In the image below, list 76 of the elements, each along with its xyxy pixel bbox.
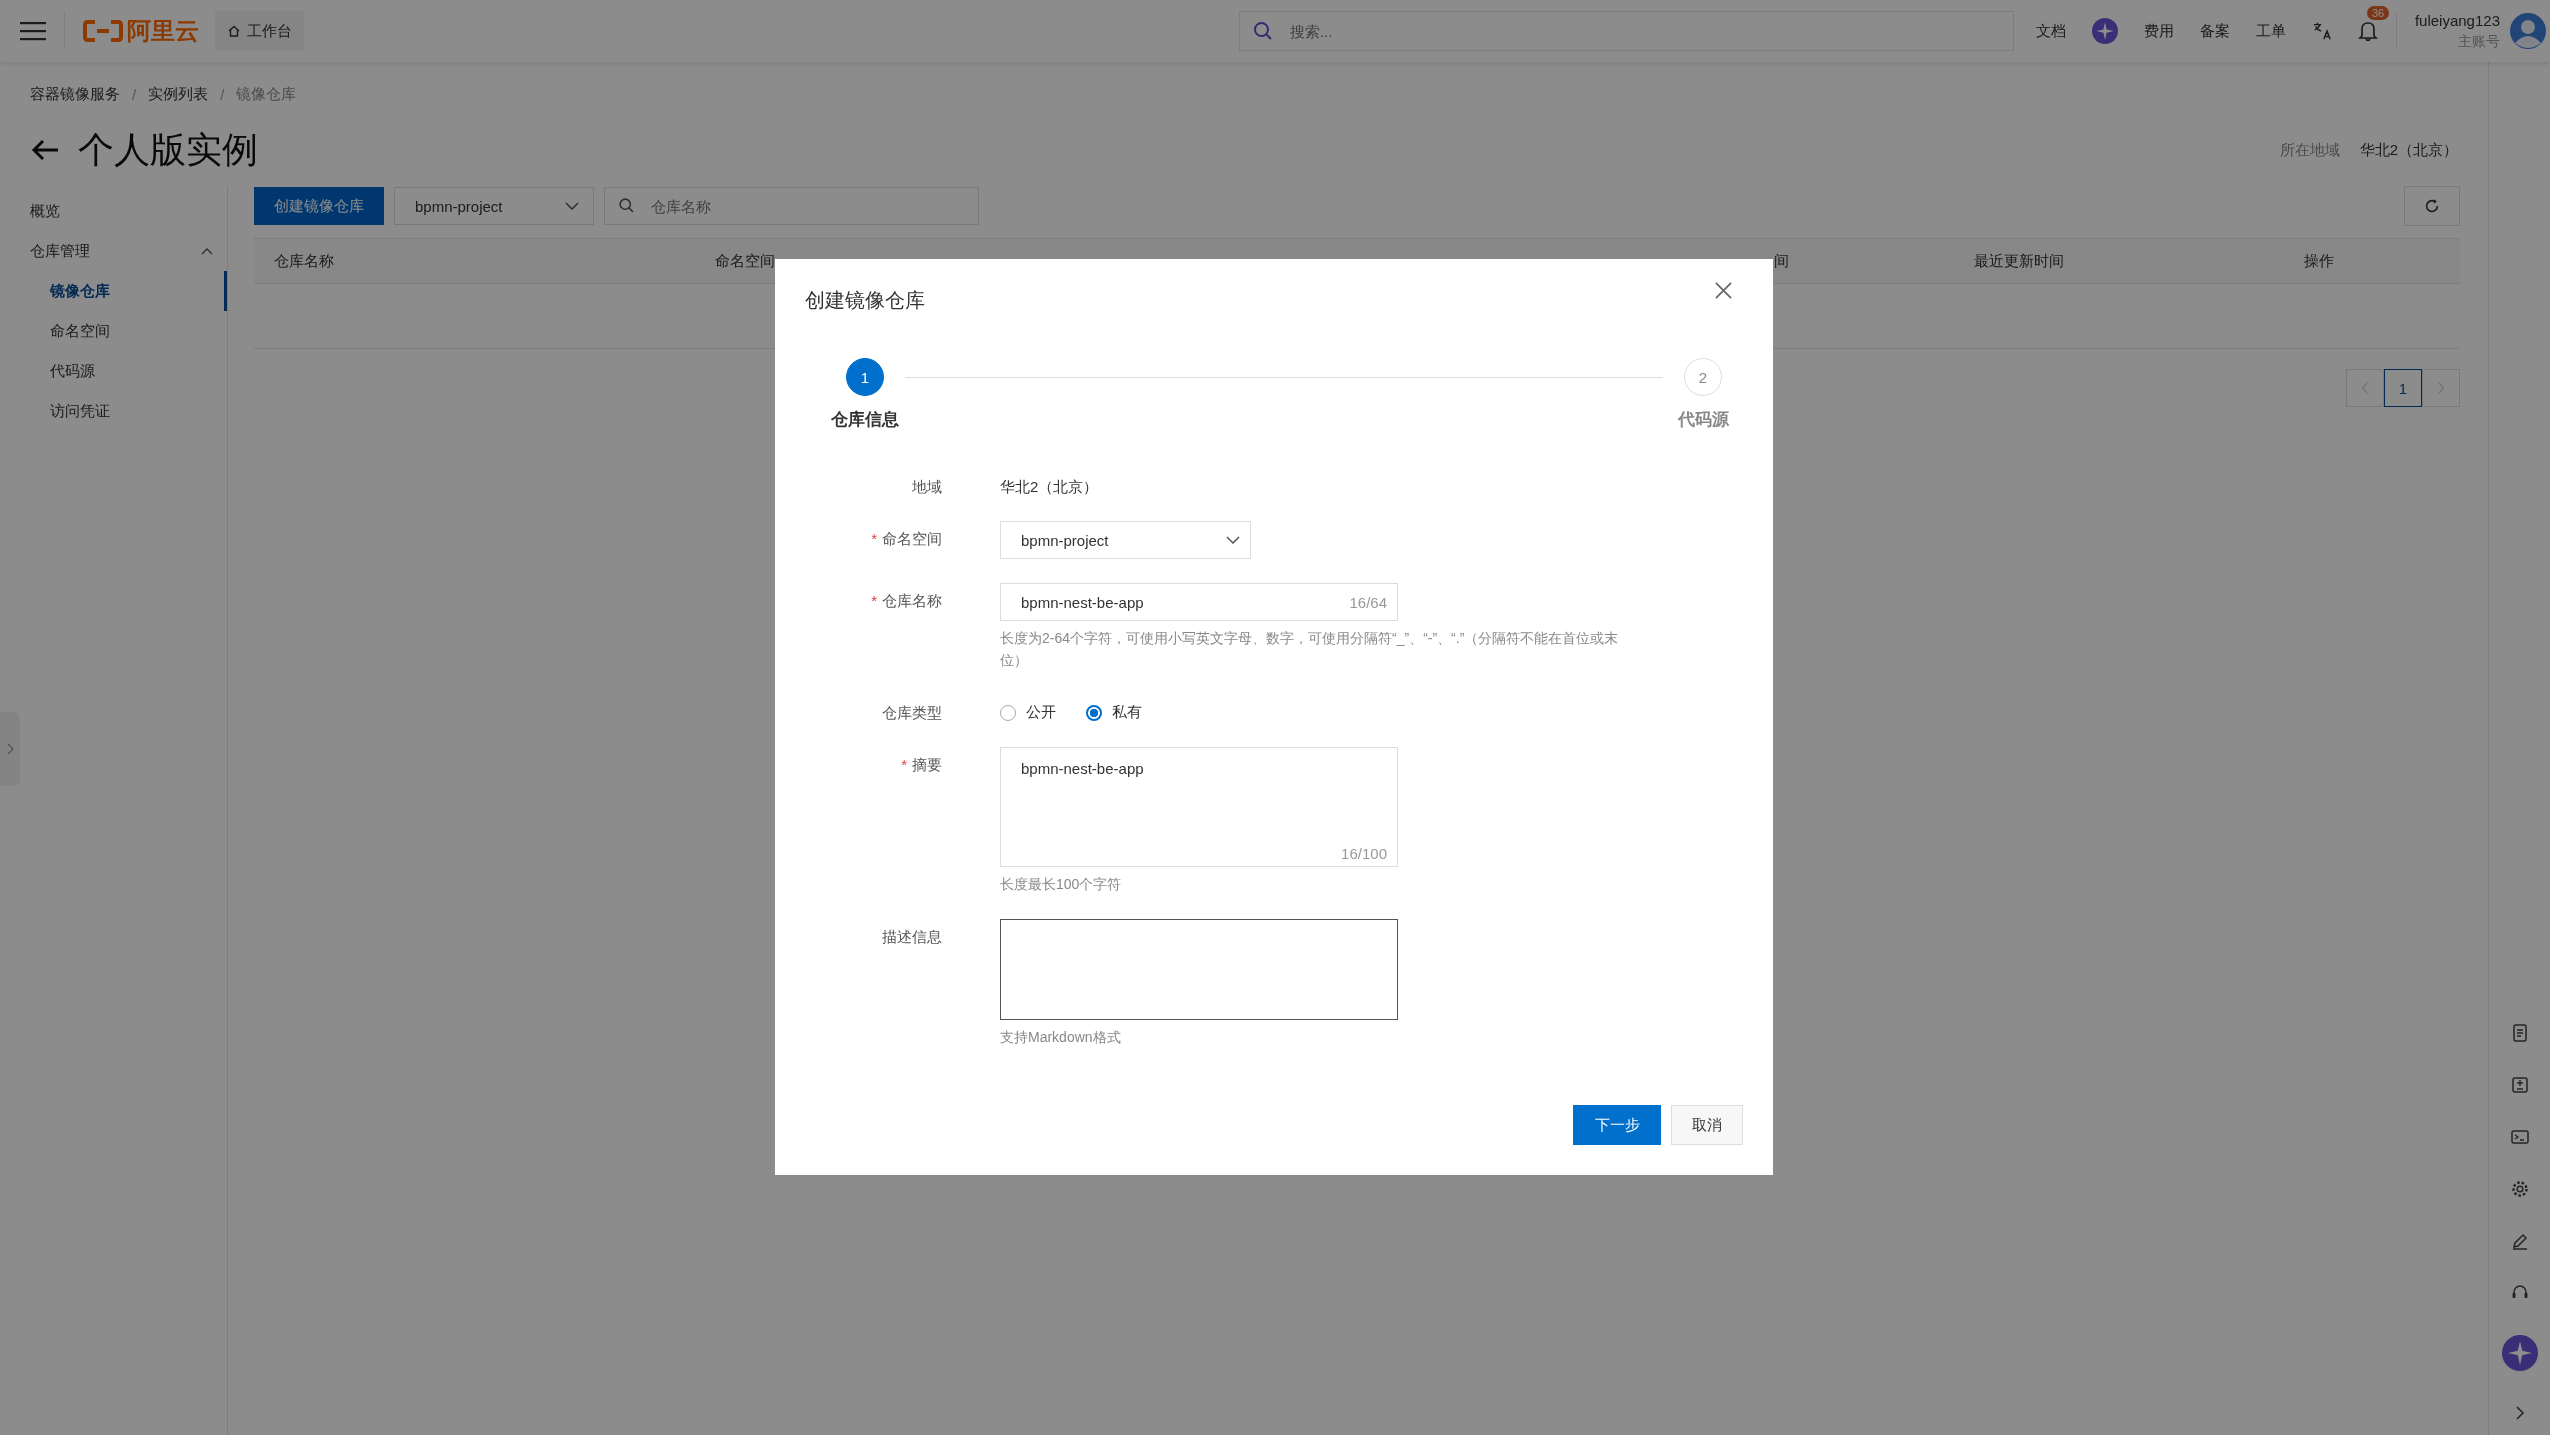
nav-link[interactable]: 文档 — [2035, 21, 2066, 41]
avatar-icon[interactable] — [2510, 13, 2546, 49]
radio-option[interactable]: 公开 — [1000, 703, 1056, 722]
search-icon — [618, 197, 635, 214]
region-value[interactable]: 华北2（北京） — [2359, 140, 2458, 160]
column-header: 操作 — [2303, 251, 2335, 271]
field-value: 华北2（北京） — [1000, 477, 1099, 497]
settings-icon[interactable] — [2509, 1179, 2530, 1199]
logo-icon[interactable] — [83, 19, 123, 43]
workbench-button[interactable]: 工作台 — [215, 11, 304, 51]
breadcrumb-link[interactable]: 实例列表 — [148, 84, 209, 104]
field-label: * 摘要 — [901, 756, 942, 773]
field-label: 仓库类型 — [882, 704, 942, 721]
next-button[interactable]: 下一步 — [1573, 1105, 1661, 1145]
field-label: * 命名空间 — [871, 530, 942, 547]
input-field[interactable]: bpmn-nest-be-app 16/64 — [1000, 583, 1398, 621]
sparkle-icon[interactable] — [2091, 18, 2118, 44]
breadcrumb-link[interactable]: 容器镜像服务 — [30, 84, 120, 104]
step-number: 1 — [846, 358, 884, 396]
bell-icon[interactable] — [2357, 20, 2378, 42]
sidebar-item[interactable]: 命名空间 — [0, 311, 227, 351]
nav-link[interactable]: 费用 — [2143, 21, 2174, 41]
home-icon — [227, 24, 241, 38]
page-button[interactable]: 1 — [2384, 369, 2422, 407]
hint-text: 长度为2-64个字符，可使用小写英文字母、数字，可使用分隔符“_”、“-”、“.”（分隔符不能在首位或末位） — [1000, 629, 1620, 670]
field-label: 地域 — [912, 478, 942, 495]
search-field[interactable]: 仓库名称 — [604, 187, 979, 225]
close-icon[interactable] — [1714, 281, 1733, 300]
sidebar-toggle[interactable] — [0, 712, 20, 786]
refresh-button[interactable] — [2404, 186, 2460, 226]
caret-icon — [565, 202, 579, 210]
namespace-select[interactable]: bpmn-project — [1000, 521, 1251, 559]
region-label: 所在地域 — [2279, 140, 2340, 160]
field-label: 描述信息 — [882, 928, 942, 945]
terminal-icon[interactable] — [2509, 1127, 2530, 1147]
breadcrumb-link[interactable]: 镜像仓库 — [236, 84, 297, 104]
nav-link[interactable]: 工单 — [2255, 21, 2286, 41]
column-header: 仓库名称 — [273, 251, 335, 271]
sparkle-icon[interactable] — [2501, 1335, 2538, 1371]
cancel-button[interactable]: 取消 — [1671, 1105, 1743, 1145]
sidebar-item[interactable]: 仓库管理 — [0, 231, 227, 271]
dialog-title: 创建镜像仓库 — [805, 288, 925, 313]
menu-icon[interactable] — [20, 21, 46, 41]
chevron-left-icon — [2361, 381, 2369, 395]
sidebar-item[interactable]: 概览 — [0, 191, 227, 231]
text-area[interactable] — [1000, 919, 1398, 1020]
chevron-right-icon — [2437, 381, 2445, 395]
field-label: * 仓库名称 — [871, 592, 942, 609]
namespace-select[interactable]: bpmn-project — [394, 187, 594, 225]
sidebar-item[interactable]: 镜像仓库 — [0, 271, 227, 311]
nav-link[interactable]: 备案 — [2199, 21, 2230, 41]
create-button[interactable]: 创建镜像仓库 — [254, 187, 384, 225]
column-header: 命名空间 — [714, 251, 776, 271]
user-name[interactable]: fuleiyang123 — [2414, 11, 2500, 31]
search-field[interactable]: 搜索... — [1238, 11, 2014, 51]
hint-text: 支持Markdown格式 — [1000, 1028, 1122, 1047]
column-header: 间 — [1773, 251, 1790, 271]
refresh-icon — [2423, 197, 2441, 215]
step-label: 仓库信息 — [831, 409, 899, 431]
breadcrumb-separator: / — [220, 85, 225, 103]
notification-badge: 36 — [2366, 6, 2390, 20]
calculator-icon[interactable] — [2509, 1075, 2530, 1095]
step-label: 代码源 — [1677, 409, 1729, 431]
breadcrumb-separator: / — [132, 85, 137, 103]
translate-icon[interactable] — [2311, 20, 2332, 42]
sidebar-item[interactable]: 访问凭证 — [0, 391, 227, 431]
sidebar-item[interactable]: 代码源 — [0, 351, 227, 391]
chevron-right-icon — [6, 743, 14, 755]
hint-text: 长度最长100个字符 — [1000, 875, 1123, 894]
text-area[interactable]: bpmn-nest-be-app 16/100 — [1000, 747, 1398, 867]
caret-icon — [1226, 536, 1240, 544]
radio-option[interactable]: 私有 — [1086, 703, 1142, 722]
column-header: 最近更新时间 — [1973, 251, 2065, 271]
back-arrow-icon[interactable] — [30, 138, 60, 162]
page-title: 个人版实例 — [78, 127, 258, 172]
search-icon — [1252, 21, 1273, 41]
